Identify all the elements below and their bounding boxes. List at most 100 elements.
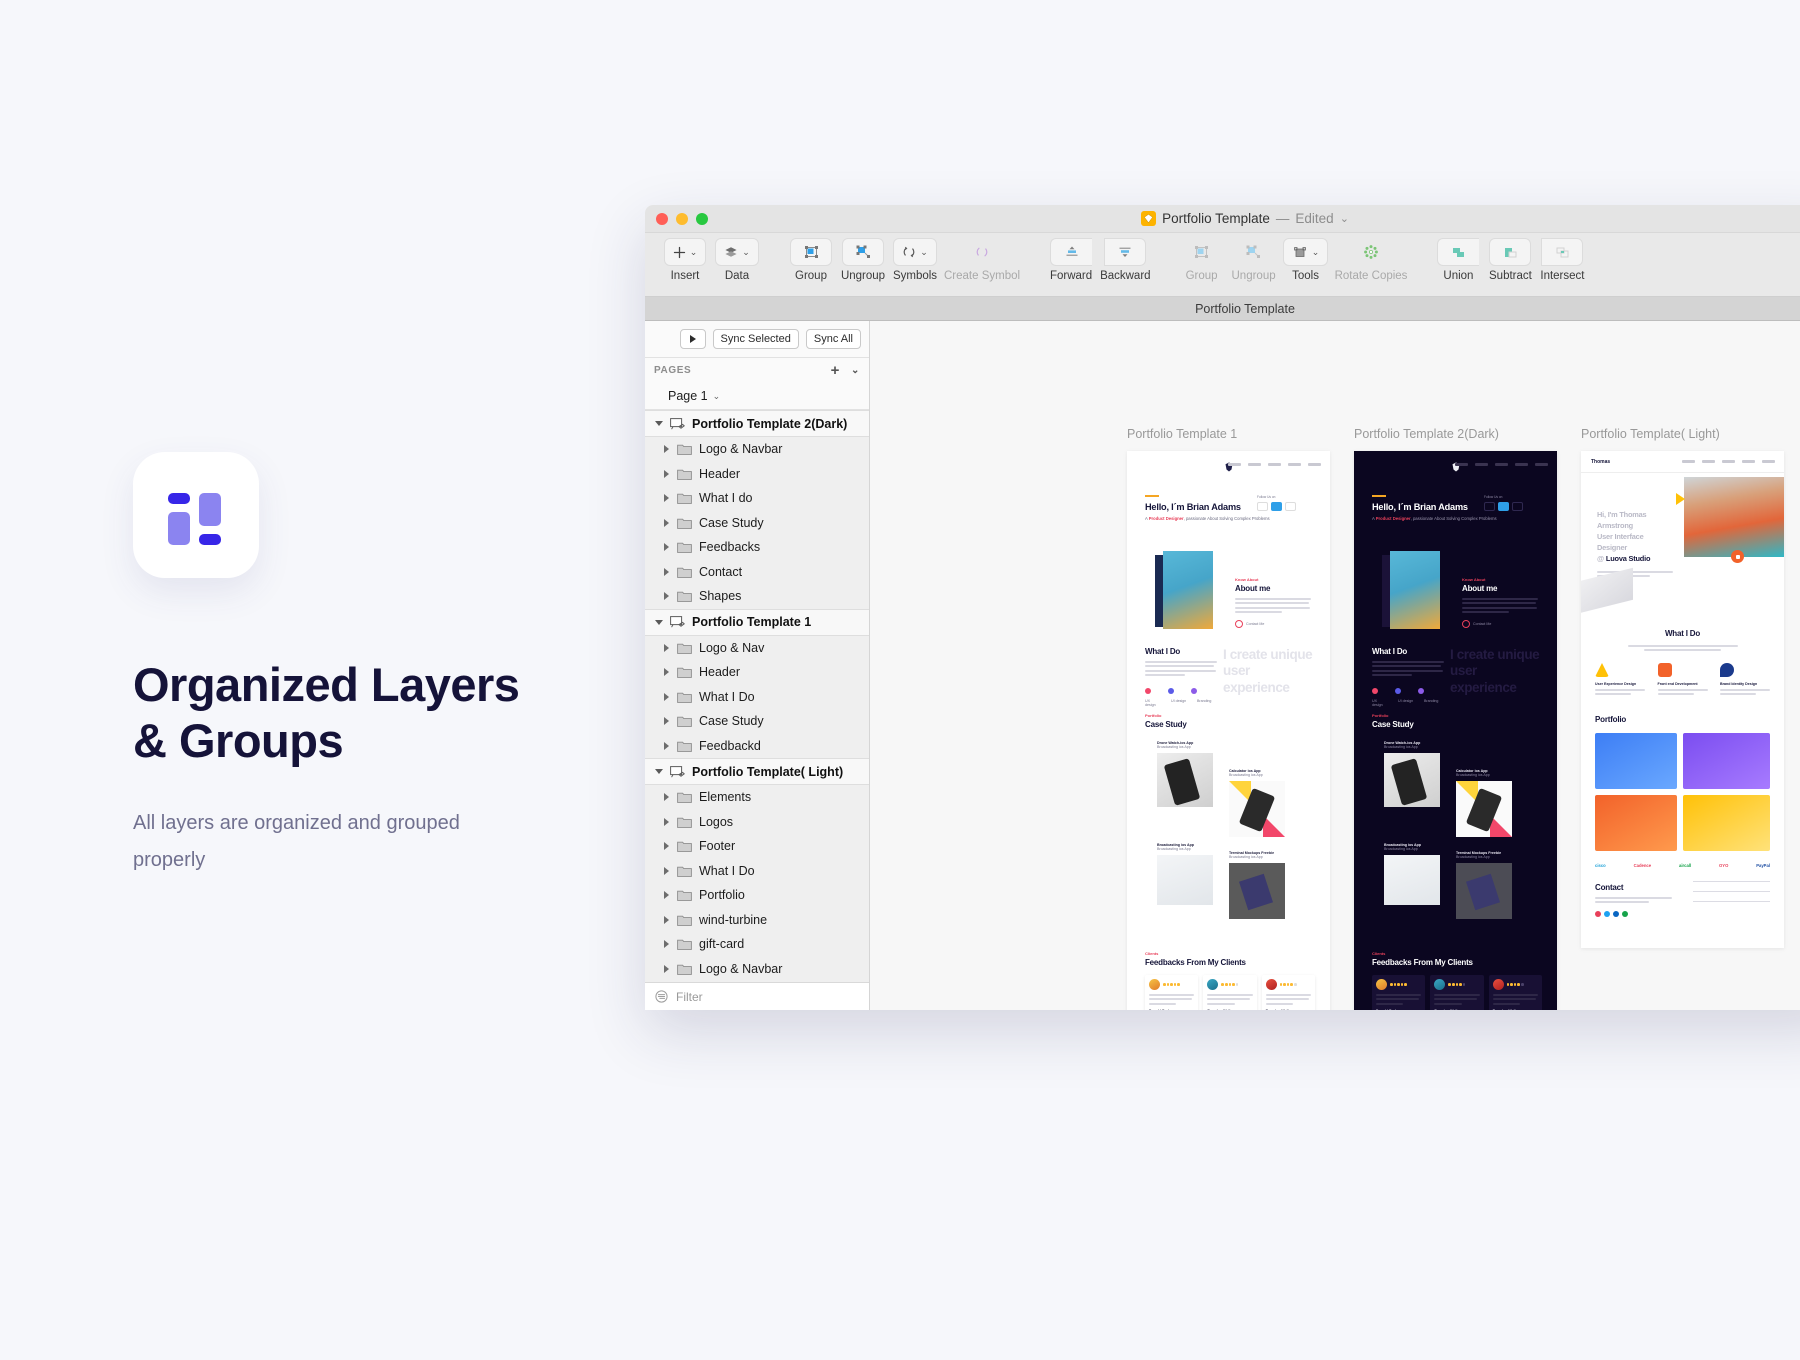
page-selector[interactable]: Page 1 ⌄ [645, 383, 869, 410]
testimonial-card[interactable]: Brandon Walker [1430, 975, 1484, 1010]
testimonial-card[interactable]: Brandon Walker Founder of KM Luxury Stud… [1261, 975, 1315, 1010]
toolbar-button-data[interactable]: ⌄ Data [711, 238, 763, 282]
layer-row[interactable]: What I do [645, 486, 869, 511]
disclosure-triangle-right-icon[interactable] [664, 469, 669, 478]
disclosure-triangle-right-icon[interactable] [664, 692, 669, 701]
layer-tree[interactable]: Portfolio Template 2(Dark) Logo & Navbar H… [645, 410, 869, 982]
layer-artboard-row[interactable]: Portfolio Template( Light) [645, 758, 869, 785]
disclosure-triangle-right-icon[interactable] [664, 592, 669, 601]
social-icons[interactable] [1595, 911, 1685, 918]
case-item-4[interactable]: Terminal Mockups Freebie Broadcasting io… [1229, 851, 1285, 919]
artboard-label-1[interactable]: Portfolio Template 1 [1127, 427, 1237, 441]
service-card[interactable]: Brand Identity Design [1720, 663, 1770, 698]
disclosure-triangle-right-icon[interactable] [664, 543, 669, 552]
layer-row[interactable]: Logo & Navbar [645, 957, 869, 982]
about-cta[interactable]: Contact Me [1235, 620, 1311, 629]
sync-all-button[interactable]: Sync All [805, 329, 861, 349]
disclosure-triangle-right-icon[interactable] [664, 940, 669, 949]
filter-input[interactable]: Filter [676, 990, 703, 1004]
disclosure-triangle-right-icon[interactable] [664, 817, 669, 826]
disclosure-triangle-down-icon[interactable] [655, 619, 663, 625]
disclosure-triangle-right-icon[interactable] [664, 717, 669, 726]
toolbar-button-create-symbol[interactable]: Create Symbol [941, 238, 1023, 282]
toolbar-button-insert[interactable]: ⌄ Insert [659, 238, 711, 282]
disclosure-triangle-right-icon[interactable] [664, 842, 669, 851]
toolbar-button-subtract[interactable]: Subtract [1484, 238, 1536, 282]
canvas[interactable]: Portfolio Template 1 Portfolio Template … [870, 321, 1800, 1010]
case-item-3[interactable]: Broadcasting ios App Broadcasting ios Ap… [1384, 843, 1440, 905]
play-icon[interactable] [679, 329, 706, 349]
portfolio-tile[interactable] [1595, 733, 1677, 789]
social-buttons[interactable] [1484, 502, 1523, 511]
document-tab-label[interactable]: Portfolio Template [1195, 302, 1295, 316]
plus-icon[interactable]: + [831, 363, 840, 378]
layer-row[interactable]: Case Study [645, 511, 869, 536]
toolbar-button-ungroup-2[interactable]: Ungroup [1228, 238, 1280, 282]
layer-row[interactable]: Header [645, 660, 869, 685]
toolbar-button-group[interactable]: Group [785, 238, 837, 282]
artboard-portfolio-template-2-dark[interactable]: Hello, I´m Brian Adams A Product Designe… [1354, 451, 1557, 1010]
layer-row[interactable]: Header [645, 462, 869, 487]
layer-row[interactable]: Case Study [645, 709, 869, 734]
disclosure-triangle-right-icon[interactable] [664, 494, 669, 503]
layer-row[interactable]: Footer [645, 834, 869, 859]
disclosure-triangle-right-icon[interactable] [664, 964, 669, 973]
portfolio-tile[interactable] [1595, 795, 1677, 851]
case-item-4[interactable]: Terminal Mockups Freebie Broadcasting io… [1456, 851, 1512, 919]
about-cta[interactable]: Contact Me [1462, 620, 1538, 629]
disclosure-triangle-down-icon[interactable] [655, 769, 663, 774]
toolbar-button-ungroup[interactable]: Ungroup [837, 238, 889, 282]
disclosure-triangle-right-icon[interactable] [664, 915, 669, 924]
artboard-portfolio-template-1[interactable]: Hello, I´m Brian Adams A Product Designe… [1127, 451, 1330, 1010]
toolbar-button-rotate-copies[interactable]: Rotate Copies [1332, 238, 1411, 282]
testimonial-card[interactable]: Donald Parker [1372, 975, 1426, 1010]
disclosure-triangle-right-icon[interactable] [664, 518, 669, 527]
social-buttons[interactable] [1257, 502, 1296, 511]
layer-row[interactable]: Logos [645, 810, 869, 835]
toolbar-button-group-2[interactable]: Group [1176, 238, 1228, 282]
disclosure-triangle-right-icon[interactable] [664, 445, 669, 454]
toolbar-button-union[interactable]: Union [1432, 238, 1484, 282]
layer-artboard-row[interactable]: Portfolio Template 1 [645, 608, 869, 636]
toolbar-button-tools[interactable]: ⌄ Tools [1280, 238, 1332, 282]
toolbar-button-symbols[interactable]: ⌄ Symbols [889, 238, 941, 282]
layer-row[interactable]: What I Do [645, 685, 869, 710]
case-item-1[interactable]: Drone Watch-ios App Broadcasting ios App [1157, 741, 1213, 807]
disclosure-triangle-right-icon[interactable] [664, 866, 669, 875]
layer-row[interactable]: Feedbackd [645, 734, 869, 759]
layer-row[interactable]: Elements [645, 785, 869, 810]
case-item-3[interactable]: Broadcasting ios App Broadcasting ios Ap… [1157, 843, 1213, 905]
layer-row[interactable]: Logo & Nav [645, 636, 869, 661]
toolbar-button-backward[interactable]: Backward [1097, 238, 1154, 282]
toolbar-button-intersect[interactable]: Intersect [1536, 238, 1588, 282]
disclosure-triangle-right-icon[interactable] [664, 643, 669, 652]
portfolio-tile[interactable] [1683, 795, 1770, 851]
layer-row[interactable]: Contact [645, 560, 869, 585]
layer-row[interactable]: Portfolio [645, 883, 869, 908]
testimonial-card[interactable]: Donald Parker Founder of KM Luxury Studi… [1145, 975, 1199, 1010]
filter-bar[interactable]: Filter [645, 982, 869, 1010]
layer-row[interactable]: What I Do [645, 859, 869, 884]
layer-artboard-row[interactable]: Portfolio Template 2(Dark) [645, 410, 869, 437]
layer-row[interactable]: Shapes [645, 584, 869, 609]
case-item-2[interactable]: Calculator ios App Broadcasting ios App [1229, 769, 1285, 837]
testimonial-card[interactable]: Brandon Walker [1488, 975, 1542, 1010]
disclosure-triangle-right-icon[interactable] [664, 793, 669, 802]
disclosure-triangle-right-icon[interactable] [664, 891, 669, 900]
layer-row[interactable]: gift-card [645, 932, 869, 957]
case-item-2[interactable]: Calculator ios App Broadcasting ios App [1456, 769, 1512, 837]
artboard-label-3[interactable]: Portfolio Template( Light) [1581, 427, 1720, 441]
toolbar-button-forward[interactable]: Forward [1045, 238, 1097, 282]
case-item-1[interactable]: Drone Watch-ios App Broadcasting ios App [1384, 741, 1440, 807]
disclosure-triangle-right-icon[interactable] [664, 668, 669, 677]
disclosure-triangle-right-icon[interactable] [664, 567, 669, 576]
artboard-label-2[interactable]: Portfolio Template 2(Dark) [1354, 427, 1499, 441]
contact-form[interactable] [1693, 881, 1770, 902]
disclosure-triangle-down-icon[interactable] [655, 421, 663, 426]
layer-row[interactable]: Feedbacks [645, 535, 869, 560]
artboard-portfolio-template-light[interactable]: Thomas Hi, I'm Thomas Armstrong User Int… [1581, 451, 1784, 948]
portfolio-tile[interactable] [1683, 733, 1770, 789]
disclosure-triangle-right-icon[interactable] [664, 741, 669, 750]
service-card[interactable]: Front end Development [1657, 663, 1708, 698]
chevron-down-icon[interactable]: ⌄ [1340, 212, 1349, 225]
